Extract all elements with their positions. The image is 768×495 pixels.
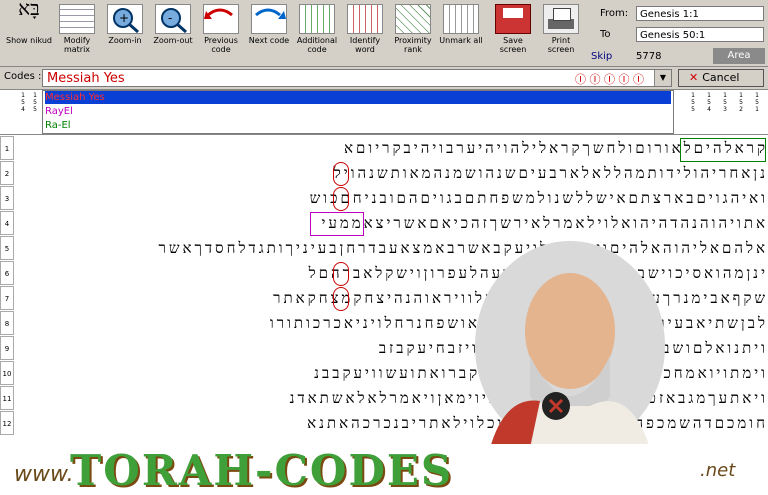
site-banner: www. TORAH-CODES .net — [0, 444, 768, 495]
row-number: 1 — [0, 136, 14, 160]
additional-code-icon — [299, 4, 335, 34]
unmark-all-icon — [443, 4, 479, 34]
save-screen-button[interactable]: Save screen — [490, 2, 536, 64]
list-item[interactable]: Messiah Yes — [45, 91, 671, 104]
from-label: From: — [600, 8, 629, 19]
word-highlight-rael — [680, 138, 766, 162]
print-screen-button[interactable]: Print screen — [538, 2, 584, 64]
column-number: 155 — [33, 92, 37, 113]
to-label: To — [600, 29, 611, 40]
matrix-icon — [59, 4, 95, 34]
codes-dropdown-list[interactable]: Messiah Yes RayEl Ra-El — [42, 90, 674, 134]
to-field[interactable]: Genesis 50:1 — [636, 27, 764, 42]
zoom-out-icon: - — [155, 4, 191, 34]
show-nikud-button[interactable]: בָּא Show nikud — [6, 0, 52, 64]
zoom-in-icon: + — [107, 4, 143, 34]
row-number: 11 — [0, 386, 14, 410]
proximity-rank-button[interactable]: Proximity rank — [390, 2, 436, 64]
row-number: 4 — [0, 211, 14, 235]
nikud-icon: בָּא — [18, 0, 40, 20]
identify-word-button[interactable]: Identify word — [342, 2, 388, 64]
zoom-out-button[interactable]: - Zoom-out — [150, 2, 196, 64]
close-icon: ✕ — [689, 71, 699, 84]
code-letter-highlight — [333, 187, 349, 211]
chevron-down-icon[interactable]: ▼ — [654, 70, 671, 86]
column-number: 154 — [707, 92, 711, 113]
hebrew-code-circles: Ⓘ Ⓘ Ⓘ Ⓘ Ⓘ — [575, 73, 644, 86]
identify-word-icon — [347, 4, 383, 34]
from-field[interactable]: Genesis 1:1 — [636, 6, 764, 21]
toolbar: בָּא Show nikud Modify matrix + Zoom-in … — [0, 0, 768, 67]
area-button[interactable]: Area — [713, 48, 765, 64]
row-number: 5 — [0, 236, 14, 260]
row-number: 2 — [0, 161, 14, 185]
column-number: 153 — [723, 92, 727, 113]
row-number: 3 — [0, 186, 14, 210]
code-letter-highlight — [333, 162, 349, 186]
row-number: 10 — [0, 361, 14, 385]
additional-code-button[interactable]: Additional code — [294, 2, 340, 64]
matrix-row: נןאחריהולידותמהללאלארבעיםשנהושמנהמאותשנה… — [333, 164, 768, 182]
row-number: 6 — [0, 261, 14, 285]
banner-title: TORAH-CODES — [70, 446, 454, 495]
list-item[interactable]: Ra-El — [45, 119, 71, 132]
column-header: 154 155 Messiah Yes RayEl Ra-El 155 154 … — [0, 90, 768, 135]
row-number: 7 — [0, 286, 14, 310]
list-item[interactable]: RayEl — [45, 105, 73, 118]
zoom-in-button[interactable]: + Zoom-in — [102, 2, 148, 64]
column-number: 152 — [739, 92, 743, 113]
codes-selected-value: Messiah Yes — [47, 71, 125, 86]
proximity-rank-icon — [395, 4, 431, 34]
codes-select[interactable]: Messiah Yes Ⓘ Ⓘ Ⓘ Ⓘ Ⓘ ▼ — [42, 69, 672, 87]
column-number: 154 — [21, 92, 25, 113]
code-letter-highlight — [333, 262, 349, 286]
previous-code-button[interactable]: Previous code — [198, 2, 244, 64]
floppy-disk-icon — [495, 4, 531, 34]
row-number: 8 — [0, 311, 14, 335]
next-code-button[interactable]: Next code — [246, 2, 292, 64]
code-letter-highlight — [333, 287, 349, 311]
svg-text:-: - — [168, 11, 172, 25]
row-number: 9 — [0, 336, 14, 360]
skip-label: Skip — [591, 51, 613, 62]
codes-label: Codes : — [4, 71, 42, 82]
cancel-button[interactable]: ✕ Cancel — [678, 69, 764, 87]
matrix-row: קראלהיםלאורוםולחשךקראלילהויהיערבויהיבקרי… — [344, 139, 768, 157]
column-number: 155 — [691, 92, 695, 113]
svg-text:+: + — [119, 11, 129, 25]
next-arrow-icon — [251, 4, 287, 34]
codes-bar: Codes : Messiah Yes Ⓘ Ⓘ Ⓘ Ⓘ Ⓘ ▼ ✕ Cancel — [0, 67, 768, 90]
column-number: 151 — [755, 92, 759, 113]
banner-suffix: .net — [700, 460, 736, 481]
previous-arrow-icon — [203, 4, 239, 34]
word-highlight-rayel — [310, 212, 364, 236]
portrait-image — [450, 236, 690, 451]
modify-matrix-button[interactable]: Modify matrix — [54, 2, 100, 64]
matrix-row: ואיהגויםבארצתםאישללשנולמשפחתםבגויםהםובני… — [309, 189, 768, 207]
unmark-all-button[interactable]: Unmark all — [438, 2, 484, 64]
banner-prefix: www. — [14, 462, 74, 487]
printer-icon — [543, 4, 579, 34]
row-number: 12 — [0, 411, 14, 435]
skip-value: 5778 — [636, 51, 662, 62]
